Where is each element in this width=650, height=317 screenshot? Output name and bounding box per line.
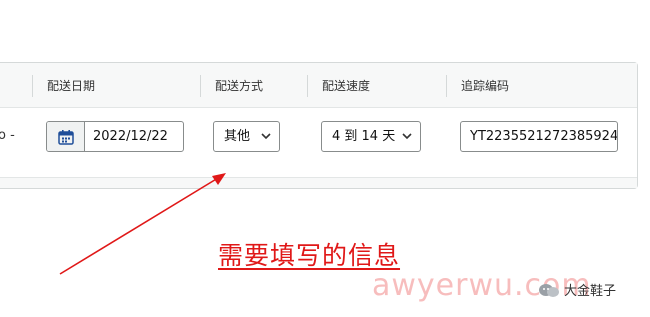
watermark-brand: 大金鞋子	[538, 280, 616, 299]
annotation-text: 需要填写的信息	[218, 241, 401, 270]
watermark-brand-text: 大金鞋子	[564, 284, 617, 299]
brand-logo-icon	[539, 283, 559, 297]
